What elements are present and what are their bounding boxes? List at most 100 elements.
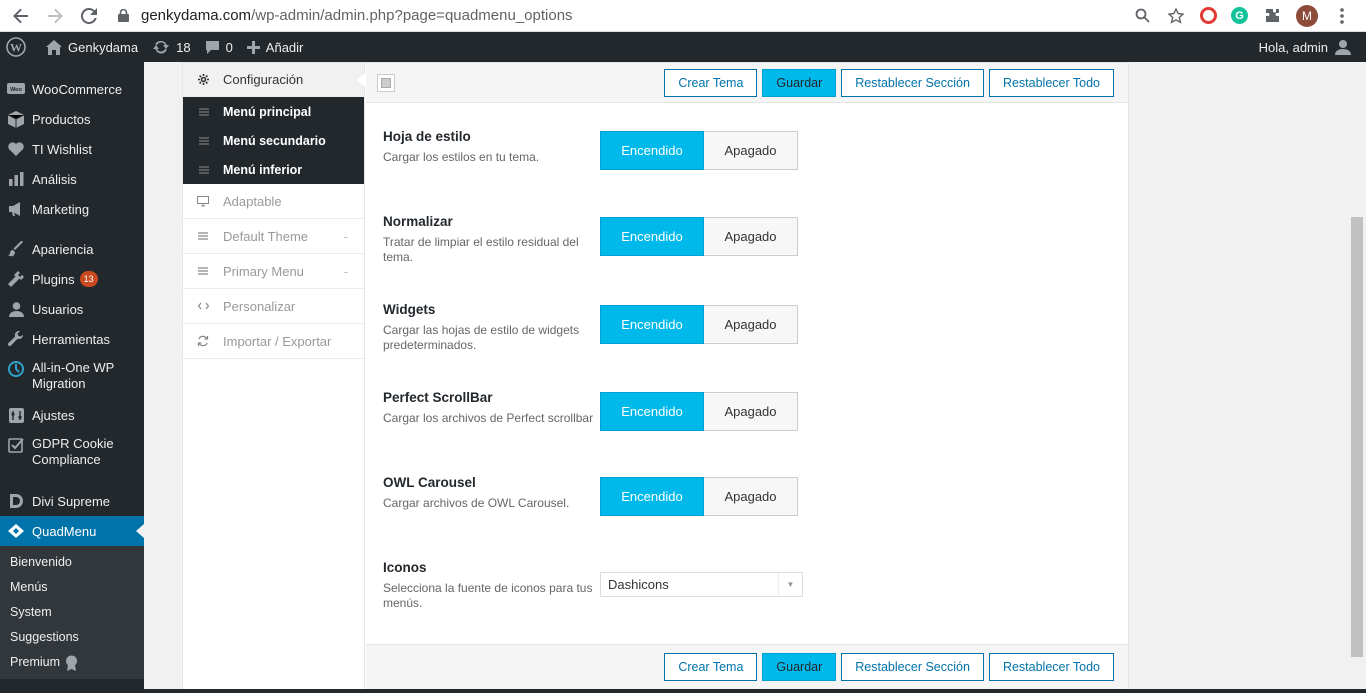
save-button[interactable]: Guardar — [762, 69, 837, 97]
extension-icon[interactable] — [1200, 7, 1217, 24]
scrollbar-thumb[interactable] — [1351, 217, 1363, 657]
box-icon — [7, 110, 25, 128]
nav-sub-item-menu-inferior[interactable]: Menú inferior — [183, 155, 364, 184]
submenu-item-suggestions[interactable]: Suggestions — [0, 625, 144, 650]
nav-item-primary-menu[interactable]: Primary Menu - — [183, 254, 364, 289]
site-name-link[interactable]: Genkydama — [39, 32, 145, 62]
reset-section-button[interactable]: Restablecer Sección — [841, 69, 984, 97]
reset-section-button[interactable]: Restablecer Sección — [841, 653, 984, 681]
sidebar-item-divi-supreme[interactable]: Divi Supreme — [0, 486, 144, 516]
save-button[interactable]: Guardar — [762, 653, 837, 681]
updates-link[interactable]: 18 — [145, 32, 197, 62]
page-scrollbar[interactable] — [1349, 62, 1366, 693]
quadmenu-icon — [7, 522, 25, 540]
home-icon — [46, 39, 62, 55]
plug-icon — [7, 270, 25, 288]
nav-item-adaptable[interactable]: Adaptable — [183, 184, 364, 219]
comments-link[interactable]: 0 — [198, 32, 240, 62]
toggle-on-button[interactable]: Encendido — [600, 131, 704, 170]
toggle-on-button[interactable]: Encendido — [600, 392, 704, 431]
address-bar[interactable]: genkydama.com/wp-admin/admin.php?page=qu… — [118, 2, 1132, 30]
sidebar-item-label: Ajustes — [32, 407, 75, 423]
setting-description: Cargar las hojas de estilo de widgets pr… — [383, 323, 580, 352]
sidebar-item-label: Herramientas — [32, 331, 111, 347]
toggle-on-button[interactable]: Encendido — [600, 305, 704, 344]
forward-icon[interactable] — [44, 5, 66, 27]
sidebar-item-all-in-one-wp-migration[interactable]: All-in-One WP Migration — [0, 354, 144, 400]
nav-item-label: Personalizar — [223, 298, 296, 314]
sidebar-item-ajustes[interactable]: Ajustes — [0, 400, 144, 430]
reset-all-button[interactable]: Restablecer Todo — [988, 653, 1114, 681]
reset-all-button[interactable]: Restablecer Todo — [988, 69, 1114, 97]
sidebar-item-quadmenu[interactable]: QuadMenu — [0, 516, 144, 546]
setting-description: Cargar los archivos de Perfect scrollbar — [383, 411, 594, 425]
menu-lines-icon — [199, 107, 209, 117]
menu-lines-icon — [197, 265, 209, 277]
sidebar-item-productos[interactable]: Productos — [0, 104, 144, 134]
puzzle-icon[interactable] — [1262, 6, 1282, 26]
sidebar-item-label: TI Wishlist — [32, 141, 92, 157]
more-icon[interactable] — [1332, 6, 1352, 26]
layout-toggle-icon[interactable] — [377, 74, 395, 92]
nav-item-importar-exportar[interactable]: Importar / Exportar — [183, 324, 364, 359]
toggle-off-button[interactable]: Apagado — [704, 131, 798, 170]
sidebar-item-herramientas[interactable]: Herramientas — [0, 324, 144, 354]
submenu-item-premium[interactable]: Premium — [0, 650, 144, 675]
toggle-off-button[interactable]: Apagado — [704, 477, 798, 516]
create-theme-button[interactable]: Crear Tema — [664, 653, 758, 681]
menu-lines-icon — [199, 136, 209, 146]
chevron-down-icon: ▼ — [778, 573, 802, 596]
lock-icon — [118, 9, 129, 22]
sidebar-item-ti-wishlist[interactable]: TI Wishlist — [0, 134, 144, 164]
nav-item-label: Adaptable — [223, 193, 282, 209]
nav-sub-item-menu-secundario[interactable]: Menú secundario — [183, 126, 364, 155]
toggle-off-button[interactable]: Apagado — [704, 217, 798, 256]
icon-font-select[interactable]: Dashicons ▼ — [600, 572, 803, 597]
sidebar-item-gdpr-cookie-compliance[interactable]: GDPR Cookie Compliance — [0, 430, 144, 476]
setting-description: Tratar de limpiar el estilo residual del… — [383, 235, 579, 264]
back-icon[interactable] — [10, 5, 32, 27]
menu-lines-icon — [197, 230, 209, 242]
nav-item-configuracion[interactable]: Configuración — [183, 63, 365, 97]
my-account-link[interactable]: Hola, admin — [1252, 32, 1358, 62]
sidebar-item-apariencia[interactable]: Apariencia — [0, 234, 144, 264]
plus-icon — [246, 40, 260, 54]
zoom-icon[interactable] — [1132, 6, 1152, 26]
submenu-item-system[interactable]: System — [0, 600, 144, 625]
toggle-on-button[interactable]: Encendido — [600, 217, 704, 256]
submenu-item-menus[interactable]: Menús — [0, 575, 144, 600]
nav-item-default-theme[interactable]: Default Theme - — [183, 219, 364, 254]
sidebar-item-label: WooCommerce — [32, 81, 123, 97]
create-theme-button[interactable]: Crear Tema — [664, 69, 758, 97]
sidebar-item-marketing[interactable]: Marketing — [0, 194, 144, 224]
browser-toolbar: genkydama.com/wp-admin/admin.php?page=qu… — [0, 0, 1366, 32]
url-host: genkydama.com — [141, 7, 252, 24]
add-new-link[interactable]: Añadir — [240, 32, 311, 62]
reload-icon[interactable] — [78, 5, 100, 27]
megaphone-icon — [7, 200, 25, 218]
normalize-toggle: Encendido Apagado — [600, 217, 798, 257]
wordpress-logo-icon[interactable]: W — [0, 32, 39, 62]
perfect-scrollbar-toggle: Encendido Apagado — [600, 392, 798, 432]
toggle-on-button[interactable]: Encendido — [600, 477, 704, 516]
sidebar-item-plugins[interactable]: Plugins 13 — [0, 264, 144, 294]
sidebar-item-analisis[interactable]: Análisis — [0, 164, 144, 194]
toggle-off-button[interactable]: Apagado — [704, 305, 798, 344]
heart-icon — [7, 140, 25, 158]
profile-avatar[interactable]: M — [1296, 4, 1318, 27]
grammarly-icon[interactable]: G — [1231, 7, 1248, 24]
toggle-off-button[interactable]: Apagado — [704, 392, 798, 431]
setting-perfect-scrollbar: Perfect ScrollBar Cargar los archivos de… — [383, 390, 1123, 431]
nav-item-personalizar[interactable]: Personalizar — [183, 289, 364, 324]
star-icon[interactable] — [1166, 6, 1186, 26]
sidebar-item-label: Análisis — [32, 171, 77, 187]
setting-owl-carousel: OWL Carousel Cargar archivos de OWL Caro… — [383, 475, 1123, 516]
sidebar-item-woocommerce[interactable]: Woo WooCommerce — [0, 74, 144, 104]
nav-sub-item-menu-principal[interactable]: Menú principal — [183, 97, 364, 126]
setting-description: Cargar archivos de OWL Carousel. — [383, 496, 570, 510]
submenu-item-bienvenido[interactable]: Bienvenido — [0, 550, 144, 575]
owl-carousel-toggle: Encendido Apagado — [600, 477, 798, 517]
plugins-update-badge: 13 — [79, 271, 98, 287]
sidebar-item-usuarios[interactable]: Usuarios — [0, 294, 144, 324]
updates-icon — [153, 40, 170, 54]
